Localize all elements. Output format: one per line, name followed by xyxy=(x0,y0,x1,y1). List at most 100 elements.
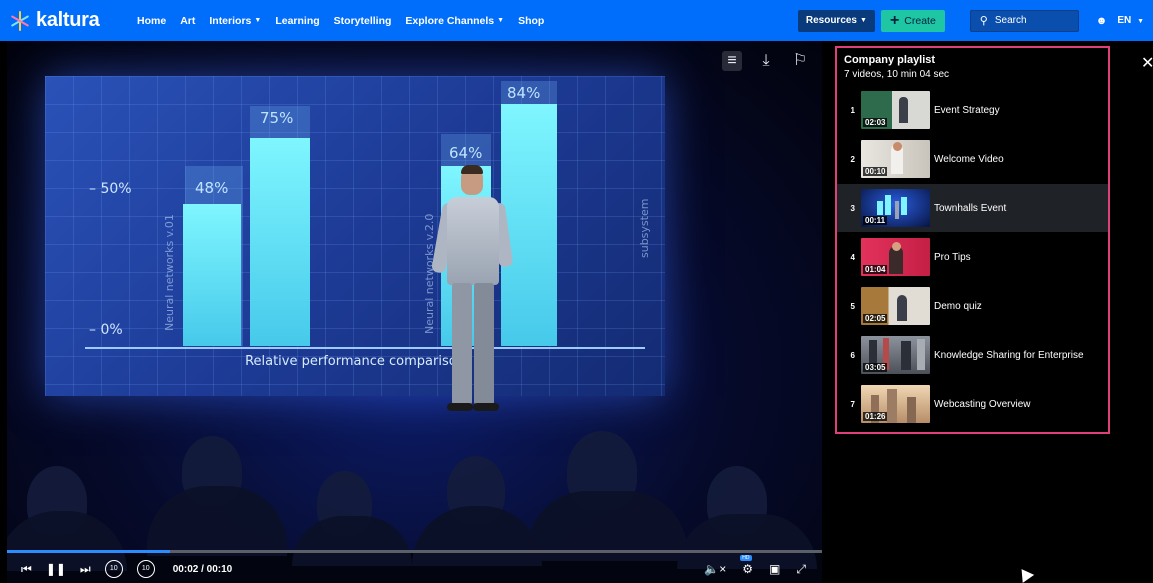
duration-badge: 00:10 xyxy=(863,167,888,176)
tick-label: – 0% xyxy=(89,322,123,338)
playlist-item[interactable]: 6 03:05 Knowledge Sharing for Enterprise xyxy=(837,331,1108,379)
forward-10-icon[interactable]: 10 xyxy=(136,560,155,578)
video-thumbnail[interactable]: 00:11 xyxy=(861,189,930,227)
nav-item-explore-channels[interactable]: Explore Channels ▼ xyxy=(405,15,504,27)
search-icon: ⚲ xyxy=(979,15,988,27)
playlist-item-active[interactable]: 3 00:11 Townhalls Event xyxy=(837,184,1108,232)
header-tools: Resources ▼ + Create ⚲ Search ☻ EN ▼ xyxy=(797,0,1153,41)
playlist-item[interactable]: 2 00:10 Welcome Video xyxy=(837,135,1108,183)
mouse-cursor-icon xyxy=(1015,565,1035,583)
progress-bar[interactable] xyxy=(7,550,822,553)
presentation-screen: 48% 75% 64% 84% – 50% – 0% Neural networ… xyxy=(45,76,665,396)
chevron-down-icon: ▼ xyxy=(860,17,867,24)
vertical-label: subsystem xyxy=(638,198,651,258)
video-thumbnail[interactable]: 02:05 xyxy=(861,287,930,325)
search-placeholder: Search xyxy=(994,15,1027,26)
playlist-item[interactable]: 4 01:04 Pro Tips xyxy=(837,233,1108,281)
video-thumbnail[interactable]: 02:03 xyxy=(861,91,930,129)
rewind-10-icon[interactable]: 10 xyxy=(104,560,123,578)
pause-icon[interactable]: ❚❚ xyxy=(46,562,66,576)
video-thumbnail[interactable]: 01:04 xyxy=(861,238,930,276)
duration-badge: 01:04 xyxy=(863,265,888,274)
chevron-down-icon: ▼ xyxy=(497,17,505,24)
playlist-item-title: Demo quiz xyxy=(934,300,982,312)
main-nav: Home Art Interiors ▼ Learning Storytellin… xyxy=(137,15,558,27)
nav-item-shop[interactable]: Shop xyxy=(518,15,544,27)
playlist-item-title: Pro Tips xyxy=(934,251,971,263)
playlist-item-title: Webcasting Overview xyxy=(934,398,1031,410)
top-navigation-bar: kaltura Home Art Interiors ▼ Learning Sto… xyxy=(0,0,1153,41)
close-playlist-icon[interactable]: ✕ xyxy=(1141,53,1153,73)
playlist-item-title: Event Strategy xyxy=(934,104,1000,116)
plus-icon: + xyxy=(889,11,900,29)
item-number: 2 xyxy=(850,154,855,164)
resources-dropdown-button[interactable]: Resources ▼ xyxy=(797,9,875,32)
playlist-subtitle: 7 videos, 10 min 04 sec xyxy=(844,69,950,80)
duration-badge: 03:05 xyxy=(863,363,888,372)
video-player[interactable]: 48% 75% 64% 84% – 50% – 0% Neural networ… xyxy=(7,41,822,583)
hd-badge: HD xyxy=(740,555,752,561)
nav-item-art[interactable]: Art xyxy=(180,15,195,27)
bar-label: 75% xyxy=(260,109,294,127)
chevron-down-icon: ▼ xyxy=(254,17,262,24)
playlist-item-title: Knowledge Sharing for Enterprise xyxy=(934,349,1084,361)
video-thumbnail[interactable]: 01:26 xyxy=(861,385,930,423)
next-icon[interactable]: ⏭ xyxy=(80,562,91,577)
player-overlay-tools: ≡ ⤓ ⚐ xyxy=(708,51,810,71)
chart-axis xyxy=(85,347,645,349)
kaltura-logo[interactable]: kaltura xyxy=(10,9,120,32)
settings-icon[interactable]: ⚙ HD xyxy=(740,555,753,576)
video-thumbnail[interactable]: 00:10 xyxy=(861,140,930,178)
item-number: 3 xyxy=(850,203,855,213)
playlist-item[interactable]: 7 01:26 Webcasting Overview xyxy=(837,380,1108,428)
logo-text: kaltura xyxy=(36,9,100,31)
progress-fill xyxy=(7,550,170,553)
chevron-down-icon: ▼ xyxy=(1137,18,1144,25)
nav-item-interiors[interactable]: Interiors ▼ xyxy=(209,15,261,27)
tick-label: – 50% xyxy=(89,181,132,197)
duration-badge: 02:03 xyxy=(863,118,888,127)
chart-bar xyxy=(183,204,241,346)
item-number: 7 xyxy=(850,399,855,409)
duration-badge: 00:11 xyxy=(863,216,888,225)
duration-badge: 01:26 xyxy=(863,412,888,421)
create-button[interactable]: + Create xyxy=(880,9,945,32)
playlist-item-title: Welcome Video xyxy=(934,153,1004,165)
item-number: 4 xyxy=(850,252,855,262)
video-thumbnail[interactable]: 03:05 xyxy=(861,336,930,374)
download-icon[interactable]: ⤓ xyxy=(756,51,776,71)
video-frame[interactable]: 48% 75% 64% 84% – 50% – 0% Neural networ… xyxy=(7,41,822,571)
presenter xyxy=(425,165,515,417)
player-controls-right: 🔈× ⚙ HD ▣ ⤢ xyxy=(704,555,822,583)
player-controls: ⏮ ❚❚ ⏭ 10 10 00:02 / 00:10 🔈× ⚙ HD ▣ ⤢ xyxy=(7,555,822,583)
nav-item-home[interactable]: Home xyxy=(137,15,166,27)
kaltura-logo-icon xyxy=(10,10,30,31)
bar-label: 64% xyxy=(449,144,483,162)
audience-silhouettes xyxy=(7,396,822,571)
bar-label: 48% xyxy=(195,179,229,197)
previous-icon[interactable]: ⏮ xyxy=(21,562,32,577)
user-icon[interactable]: ☻ xyxy=(1096,15,1108,27)
item-number: 6 xyxy=(850,350,855,360)
chart-bar xyxy=(250,138,310,346)
playlist-panel: Company playlist 7 videos, 10 min 04 sec… xyxy=(835,46,1110,434)
mute-icon[interactable]: 🔈× xyxy=(704,562,726,576)
playlist-toggle-icon[interactable]: ≡ xyxy=(722,51,742,71)
playlist-title: Company playlist xyxy=(844,54,936,66)
item-number: 1 xyxy=(850,105,855,115)
report-flag-icon[interactable]: ⚐ xyxy=(790,51,810,71)
chart-caption: Relative performance comparison xyxy=(245,354,465,369)
search-input[interactable]: ⚲ Search xyxy=(969,9,1079,32)
nav-item-storytelling[interactable]: Storytelling xyxy=(334,15,392,27)
playlist-item-title: Townhalls Event xyxy=(934,202,1007,214)
fullscreen-icon[interactable]: ⤢ xyxy=(796,562,806,577)
time-display: 00:02 / 00:10 xyxy=(172,563,233,575)
language-selector[interactable]: EN ▼ xyxy=(1117,15,1144,26)
duration-badge: 02:05 xyxy=(863,314,888,323)
vertical-label: Neural networks v.01 xyxy=(163,214,176,331)
nav-item-learning[interactable]: Learning xyxy=(275,15,319,27)
bar-label: 84% xyxy=(507,84,541,102)
playlist-item[interactable]: 5 02:05 Demo quiz xyxy=(837,282,1108,330)
playlist-item[interactable]: 1 02:03 Event Strategy xyxy=(837,86,1108,134)
picture-in-picture-icon[interactable]: ▣ xyxy=(769,562,780,576)
